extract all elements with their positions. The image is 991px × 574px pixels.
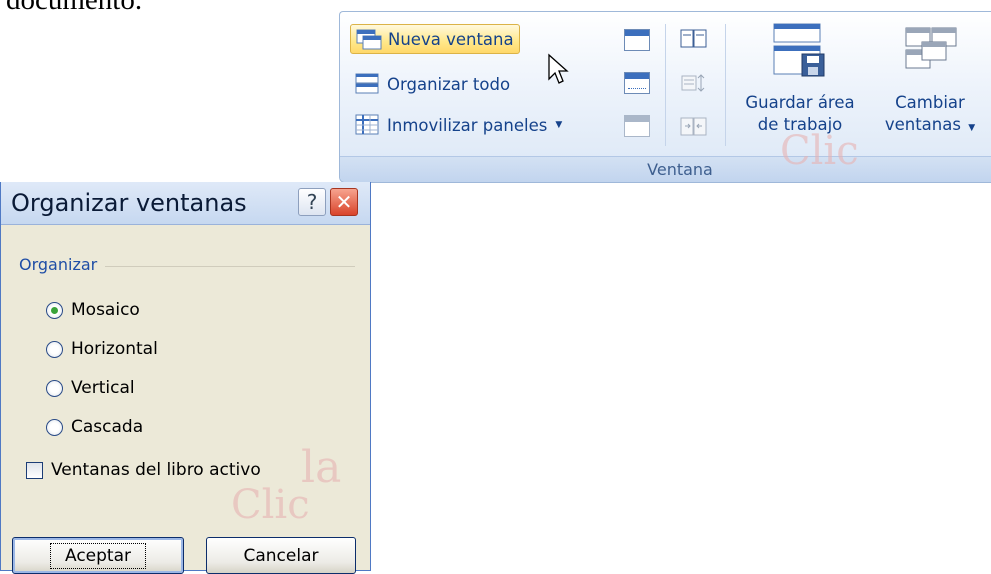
separator [725,24,726,146]
save-workspace-icon [772,20,828,78]
close-button[interactable]: ✕ [330,188,358,216]
arrange-all-button[interactable]: Organizar todo [355,69,510,99]
freeze-panes-icon [355,114,381,136]
save-workspace-label-line1: Guardar área [745,93,855,112]
radio-label: Horizontal [71,339,158,359]
arrange-windows-dialog: Organizar ventanas ? ✕ Organizar Mosaico… [0,182,371,574]
radio-vertical[interactable]: Vertical [46,378,135,398]
freeze-panes-button[interactable]: Inmovilizar paneles ▼ [355,110,562,140]
radio-mosaico[interactable]: Mosaico [46,300,140,320]
chevron-down-icon: ▼ [555,120,563,130]
ribbon-window-group: Nueva ventana Organizar todo Inmovilizar [339,11,991,183]
active-workbook-windows-checkbox-row[interactable]: Ventanas del libro activo [26,460,261,480]
arrange-all-label: Organizar todo [387,74,511,94]
new-window-icon [356,28,382,50]
radio-label: Mosaico [71,300,140,320]
switch-windows-icon [900,20,960,78]
help-button[interactable]: ? [298,188,326,216]
help-icon: ? [306,190,318,214]
view-side-by-side-icon[interactable] [680,28,708,50]
watermark-logo: Clic [231,482,310,528]
switch-windows-button[interactable]: Cambiar ventanas ▼ [868,20,991,139]
switch-windows-label-line2: ventanas ▼ [884,115,976,134]
save-workspace-button[interactable]: Guardar área de trabajo [735,20,865,136]
unhide-window-icon[interactable] [624,115,650,137]
active-workbook-checkbox[interactable] [26,461,43,479]
freeze-panes-label: Inmovilizar paneles [387,115,548,135]
radio-label: Vertical [71,378,135,398]
split-window-icon[interactable] [624,29,650,51]
radio-cascada[interactable]: Cascada [46,417,143,437]
new-window-label: Nueva ventana [388,29,514,49]
cancel-button[interactable]: Cancelar [206,537,356,574]
dialog-titlebar[interactable]: Organizar ventanas ? ✕ [1,182,370,225]
radio-label: Cascada [71,417,144,437]
document-text: documento. [6,0,143,16]
ok-button-label: Aceptar [50,542,146,569]
ribbon-group-label: Ventana [647,160,713,179]
cancel-button-label: Cancelar [243,545,319,566]
arrange-all-icon [355,73,381,95]
radio-button[interactable] [46,340,63,358]
hide-window-icon[interactable] [624,72,650,94]
ok-button[interactable]: Aceptar [12,537,184,574]
synchronous-scrolling-icon[interactable] [680,72,708,94]
close-icon: ✕ [335,190,353,214]
switch-windows-label-line1: Cambiar [895,93,965,112]
reset-window-position-icon[interactable] [680,116,708,138]
fieldset-legend: Organizar [19,255,106,274]
chevron-down-icon: ▼ [968,123,976,133]
dialog-title: Organizar ventanas [11,189,247,217]
watermark-logo: la [301,442,342,493]
save-workspace-label-line2: de trabajo [757,115,843,134]
radio-button[interactable] [46,379,63,397]
radio-button-selected[interactable] [46,301,63,319]
new-window-button[interactable]: Nueva ventana [350,24,520,54]
radio-horizontal[interactable]: Horizontal [46,339,158,359]
separator [665,24,666,146]
radio-button[interactable] [46,418,63,436]
mouse-cursor-icon [548,53,569,84]
checkbox-label: Ventanas del libro activo [51,460,261,480]
